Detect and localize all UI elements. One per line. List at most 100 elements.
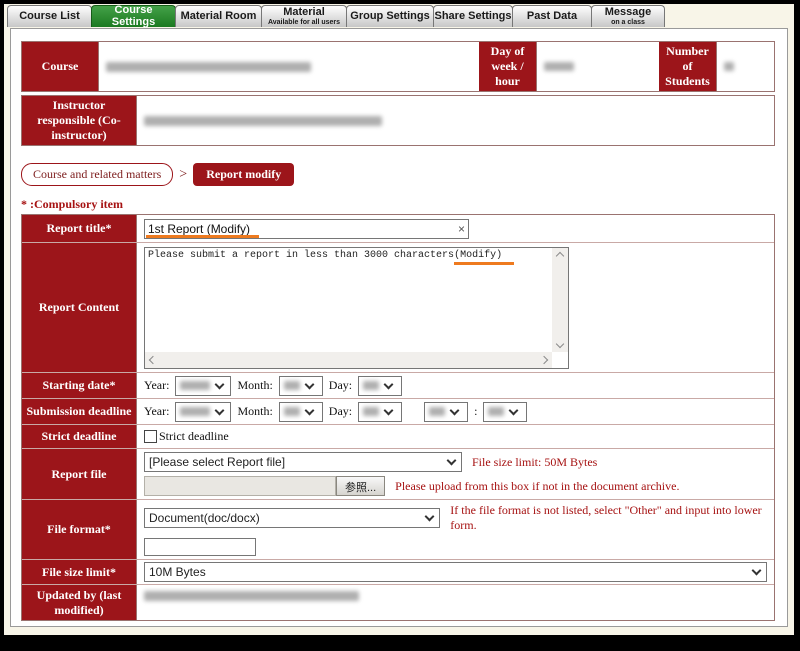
course-label: Course xyxy=(22,42,99,91)
file-size-note: File size limit: 50M Bytes xyxy=(472,455,597,470)
day-label: Day: xyxy=(329,378,352,393)
scroll-right-icon[interactable] xyxy=(540,356,548,364)
report-content-textarea[interactable]: Please submit a report in less than 3000… xyxy=(144,247,569,369)
file-format-label: File format* xyxy=(22,500,137,559)
time-separator: : xyxy=(474,404,477,419)
scroll-down-icon[interactable] xyxy=(556,340,564,348)
breadcrumb-current: Report modify xyxy=(193,163,294,186)
tab-course-settings[interactable]: Course Settings xyxy=(91,5,176,27)
tab-share-settings[interactable]: Share Settings xyxy=(433,5,513,27)
tab-message[interactable]: Message on a class xyxy=(591,5,665,27)
redacted-value xyxy=(488,407,504,416)
chevron-down-icon xyxy=(447,456,457,466)
chevron-down-icon xyxy=(450,405,460,415)
tab-label: Course Settings xyxy=(92,5,175,28)
tab-label: Group Settings xyxy=(350,11,429,23)
chevron-down-icon xyxy=(215,379,225,389)
tab-course-list[interactable]: Course List xyxy=(7,5,92,27)
submission-deadline-label: Submission deadline xyxy=(22,399,137,424)
scroll-left-icon[interactable] xyxy=(149,356,157,364)
horizontal-scrollbar[interactable] xyxy=(145,352,552,368)
report-content-text: Please submit a report in less than 3000… xyxy=(148,250,502,261)
clear-input-icon[interactable]: × xyxy=(458,222,465,236)
day-of-week-label: Day of week / hour xyxy=(479,42,537,91)
tab-past-data[interactable]: Past Data xyxy=(512,5,592,27)
number-of-students-cell xyxy=(717,42,774,91)
deadline-hour-select[interactable] xyxy=(424,402,468,422)
file-format-note: If the file format is not listed, select… xyxy=(450,503,767,533)
report-title-label: Report title* xyxy=(22,215,137,242)
number-of-students-label: Number of Students xyxy=(659,42,717,91)
tab-label: Material Room xyxy=(181,11,257,23)
tab-bar: Course List Course Settings Material Roo… xyxy=(4,4,794,27)
tab-material-all-users[interactable]: Material Available for all users xyxy=(261,5,347,27)
year-label: Year: xyxy=(144,378,169,393)
day-label: Day: xyxy=(329,404,352,419)
tab-label: Share Settings xyxy=(434,11,511,23)
deadline-month-select[interactable] xyxy=(279,402,323,422)
course-info-row2: Instructor responsible (Co-instructor) xyxy=(21,95,775,146)
course-info-row1: Course Day of week / hour Number of Stud… xyxy=(21,41,775,92)
upload-note: Please upload from this box if not in th… xyxy=(395,479,679,494)
chevron-down-icon xyxy=(425,512,435,522)
browse-button[interactable]: 参照... xyxy=(336,476,385,496)
file-format-select-value: Document(doc/docx) xyxy=(149,511,420,525)
tab-sublabel: Available for all users xyxy=(268,19,340,26)
chevron-down-icon xyxy=(304,405,314,415)
file-size-limit-select[interactable]: 10M Bytes xyxy=(144,562,767,582)
redacted-value xyxy=(363,407,379,416)
vertical-scrollbar[interactable] xyxy=(552,248,568,352)
day-of-week-redacted xyxy=(544,62,574,71)
starting-day-select[interactable] xyxy=(358,376,402,396)
report-form-table: Report title* 1st Report (Modify) × Repo… xyxy=(21,214,775,621)
report-title-input[interactable]: 1st Report (Modify) × xyxy=(144,219,469,239)
deadline-year-select[interactable] xyxy=(175,402,231,422)
deadline-minute-select[interactable] xyxy=(483,402,527,422)
redacted-value xyxy=(180,381,210,390)
file-size-limit-label: File size limit* xyxy=(22,560,137,584)
course-name-cell xyxy=(99,42,479,91)
file-size-limit-select-value: 10M Bytes xyxy=(149,565,747,579)
file-format-select[interactable]: Document(doc/docx) xyxy=(144,508,440,528)
tab-label: Material xyxy=(283,7,325,19)
chevron-down-icon xyxy=(304,379,314,389)
annotation-underline xyxy=(146,235,259,238)
report-title-value: 1st Report (Modify) xyxy=(148,222,458,236)
instructor-label: Instructor responsible (Co-instructor) xyxy=(22,96,137,145)
report-file-label: Report file xyxy=(22,449,137,499)
tab-sublabel: on a class xyxy=(611,19,645,26)
report-file-select-value: [Please select Report file] xyxy=(149,455,442,469)
breadcrumb-parent-link[interactable]: Course and related matters xyxy=(21,163,173,186)
tab-material-room[interactable]: Material Room xyxy=(175,5,262,27)
deadline-day-select[interactable] xyxy=(358,402,402,422)
course-name-redacted xyxy=(106,62,311,72)
tab-label: Past Data xyxy=(527,11,577,23)
annotation-underline xyxy=(454,262,514,265)
starting-year-select[interactable] xyxy=(175,376,231,396)
instructor-name-redacted xyxy=(144,116,382,126)
updated-by-redacted xyxy=(144,591,359,601)
file-format-other-input[interactable] xyxy=(144,538,256,556)
chevron-down-icon xyxy=(215,405,225,415)
instructor-cell xyxy=(137,96,774,145)
report-file-select[interactable]: [Please select Report file] xyxy=(144,452,462,472)
starting-month-select[interactable] xyxy=(279,376,323,396)
content-panel: Course Day of week / hour Number of Stud… xyxy=(10,28,788,627)
month-label: Month: xyxy=(237,378,272,393)
redacted-value xyxy=(180,407,210,416)
chevron-down-icon xyxy=(509,405,519,415)
file-upload-input[interactable] xyxy=(144,476,336,496)
breadcrumb-separator: > xyxy=(179,167,187,183)
updated-by-label: Updated by (last modified) xyxy=(22,585,137,620)
strict-deadline-checkbox[interactable] xyxy=(144,430,157,443)
chevron-down-icon xyxy=(384,379,394,389)
redacted-value xyxy=(284,407,300,416)
students-count-redacted xyxy=(724,62,734,71)
compulsory-note: * :Compulsory item xyxy=(21,197,779,212)
chevron-down-icon xyxy=(384,405,394,415)
scroll-up-icon[interactable] xyxy=(556,252,564,260)
report-content-label: Report Content xyxy=(22,243,137,372)
strict-deadline-label: Strict deadline xyxy=(22,425,137,448)
strict-deadline-checkbox-label: Strict deadline xyxy=(159,429,229,444)
tab-group-settings[interactable]: Group Settings xyxy=(346,5,434,27)
